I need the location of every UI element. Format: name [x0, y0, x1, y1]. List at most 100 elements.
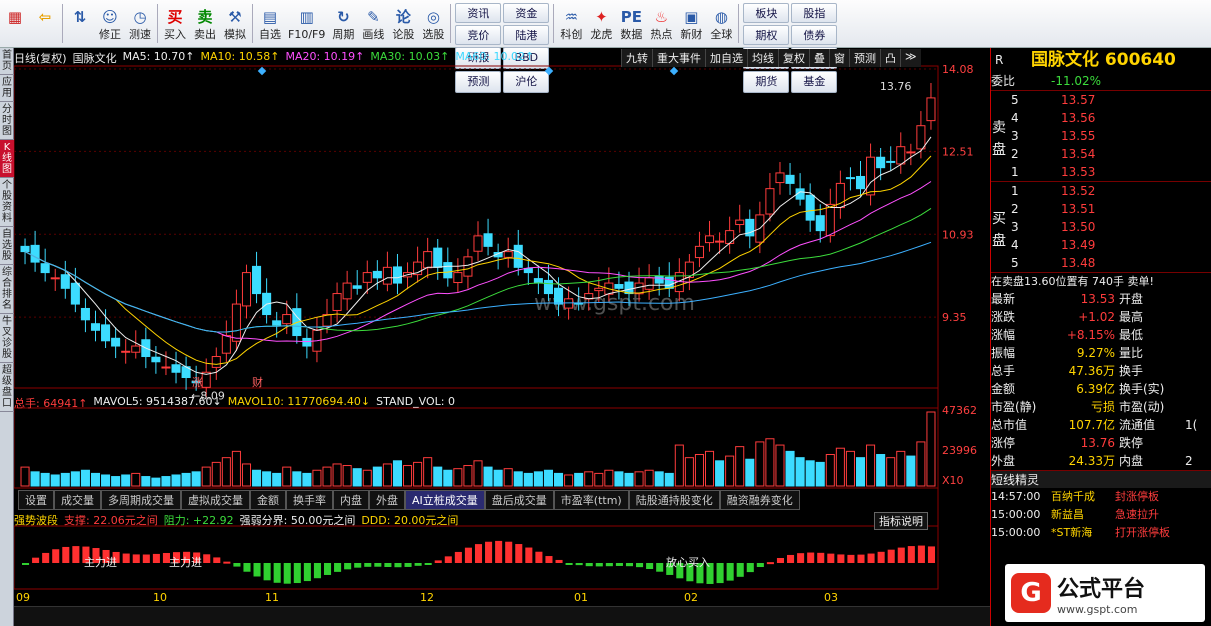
buy-level-row[interactable]: 1 13.52 — [991, 182, 1211, 200]
quick-link-button[interactable]: 资金 — [503, 3, 550, 23]
support-label: 支撑: 22.06元之间 — [64, 514, 158, 527]
toolbar-clock-button[interactable]: ◷ 测速 — [125, 0, 155, 47]
chart-function-button[interactable]: 九转 — [621, 49, 652, 67]
toolbar-chart-button[interactable]: ♒ 科创 — [556, 0, 586, 47]
toolbar-fire-button[interactable]: ♨ 热点 — [646, 0, 676, 47]
event-marker[interactable]: 财 — [252, 375, 263, 389]
quick-link-button[interactable]: 股指 — [791, 3, 838, 23]
indicator-bar — [384, 563, 392, 567]
sidebar-item[interactable]: 分时图 — [0, 102, 14, 140]
indicator-tab[interactable]: 金额 — [250, 490, 286, 510]
buy-level-row[interactable]: 4 13.49 — [991, 236, 1211, 254]
indicator-tab[interactable]: 设置 — [18, 490, 54, 510]
quick-link-button[interactable]: 板块 — [743, 3, 790, 23]
sell-level-row[interactable]: 1 13.53 — [991, 163, 1211, 181]
toolbar-smiley-button[interactable]: ☺ 修正 — [95, 0, 125, 47]
indicator-tab[interactable]: 成交量 — [54, 490, 101, 510]
news-row[interactable]: 15:00:00 *ST新海 打开涨停板 — [991, 524, 1211, 542]
quick-link-button[interactable]: 资讯 — [455, 3, 502, 23]
event-diamond[interactable] — [544, 66, 554, 76]
volume-tick-label: 47362 — [942, 404, 977, 417]
sidebar-item[interactable]: 综合排名 — [0, 265, 14, 314]
chart-function-button[interactable]: ≫ — [900, 49, 921, 67]
quick-link-button[interactable]: 竞价 — [455, 25, 502, 45]
indicator-tab[interactable]: 外盘 — [369, 490, 405, 510]
indicator-tab[interactable]: 内盘 — [333, 490, 369, 510]
volume-bar — [594, 472, 604, 487]
toolbar-up-down-arrows-button[interactable]: ⇅ — [65, 0, 95, 47]
toolbar-tiger-button[interactable]: ✦ 龙虎 — [586, 0, 616, 47]
news-row[interactable]: 15:00:00 新益昌 急速拉升 — [991, 506, 1211, 524]
toolbar-globe-button[interactable]: ◍ 全球 — [706, 0, 736, 47]
sell-level-row[interactable]: 5 13.57 — [991, 91, 1211, 109]
sidebar-item[interactable]: K线图 — [0, 140, 14, 178]
quick-link-button[interactable]: 期权 — [743, 25, 790, 45]
indicator-help-button[interactable]: 指标说明 — [874, 512, 928, 530]
sidebar-item[interactable]: 牛叉诊股 — [0, 314, 14, 363]
buy-level-row[interactable]: 5 13.48 — [991, 254, 1211, 272]
quick-link-button[interactable]: 陆港 — [503, 25, 550, 45]
volume-bar — [815, 461, 825, 487]
chart-function-button[interactable]: 均线 — [747, 49, 778, 67]
candle-body — [453, 272, 463, 284]
volume-bar — [674, 444, 684, 487]
event-marker[interactable]: 涨 — [192, 376, 203, 389]
folder-icon: ▤ — [262, 7, 278, 26]
toolbar-cycle-button[interactable]: ↻ 周期 — [328, 0, 358, 47]
toolbar-pe-button[interactable]: PE 数据 — [616, 0, 646, 47]
indicator-tab[interactable]: 陆股通持股变化 — [628, 490, 720, 510]
event-diamond[interactable] — [257, 66, 267, 76]
toolbar-hammer-button[interactable]: ⚒ 模拟 — [220, 0, 250, 47]
toolbar-buy-button[interactable]: 买买入 — [160, 0, 190, 47]
toolbar-pencil-button[interactable]: ✎ 画线 — [358, 0, 388, 47]
chart-function-button[interactable]: 预测 — [849, 49, 880, 67]
indicator-tab[interactable]: 虚拟成交量 — [181, 490, 250, 510]
toolbar-chat-button[interactable]: 论论股 — [388, 0, 418, 47]
sidebar-item[interactable]: 自选股 — [0, 227, 14, 265]
sell-level-row[interactable]: 4 13.56 — [991, 109, 1211, 127]
toolbar-search-button[interactable]: ◎ 选股 — [418, 0, 448, 47]
event-diamond[interactable] — [669, 66, 679, 76]
indicator-tab[interactable]: 融资融券变化 — [719, 490, 800, 510]
volume-bar — [443, 469, 453, 487]
toolbar-f10-button[interactable]: ▥ F10/F9 — [285, 0, 328, 47]
toolbar-label: 新财 — [680, 27, 703, 41]
toolbar-label: 选股 — [422, 27, 445, 41]
toolbar-back-arrow-button[interactable]: ⇦ — [30, 0, 60, 47]
news-row[interactable]: 14:57:00 百纳千成 封涨停板 — [991, 488, 1211, 506]
chart-area[interactable]: 9.35 10.93 12.51 14.08 www.gspt.com 13.76 ←8.0… — [14, 48, 977, 606]
toolbar-doc-button[interactable]: ▣ 新财 — [676, 0, 706, 47]
volume-bar — [161, 476, 171, 487]
indicator-bar — [374, 563, 382, 567]
chart-function-button[interactable]: 复权 — [778, 49, 809, 67]
indicator-tab[interactable]: 多周期成交量 — [101, 490, 181, 510]
indicator-bar — [857, 554, 865, 563]
toolbar-folder-button[interactable]: ▤ 自选 — [255, 0, 285, 47]
indicator-bar — [414, 563, 422, 566]
sidebar-item[interactable]: 超级盘口 — [0, 363, 14, 412]
indicator-bar — [837, 554, 845, 563]
indicator-tab[interactable]: 盘后成交量 — [484, 490, 554, 510]
indicator-bar — [565, 563, 573, 565]
sell-level-row[interactable]: 3 13.55 — [991, 127, 1211, 145]
sidebar-item[interactable]: 应用 — [0, 75, 14, 102]
indicator-tab[interactable]: 换手率 — [286, 490, 333, 510]
x-axis-tick: 01 — [574, 591, 588, 604]
quick-link-button[interactable]: 债券 — [791, 25, 838, 45]
toolbar-app-grid-button[interactable]: ▦ — [0, 0, 30, 47]
volume-bar — [392, 460, 403, 487]
chart-function-button[interactable]: 加自选 — [705, 49, 747, 67]
chart-function-button[interactable]: 重大事件 — [652, 49, 705, 67]
indicator-tab[interactable]: AI立桩成交量 — [405, 490, 485, 510]
toolbar-sell-button[interactable]: 卖卖出 — [190, 0, 220, 47]
chart-function-button[interactable]: 窗 — [829, 49, 849, 67]
chart-function-button[interactable]: 凸 — [880, 49, 900, 67]
indicator-tab[interactable]: 市盈率(ttm) — [553, 490, 629, 510]
sidebar-item[interactable]: 个股资料 — [0, 178, 14, 227]
buy-level-row[interactable]: 2 13.51 — [991, 200, 1211, 218]
sidebar-item[interactable]: 首页 — [0, 48, 14, 75]
buy-level-row[interactable]: 3 13.50 — [991, 218, 1211, 236]
stat-label-2: 最高 — [1119, 310, 1144, 324]
sell-level-row[interactable]: 2 13.54 — [991, 145, 1211, 163]
chart-function-button[interactable]: 叠 — [809, 49, 829, 67]
